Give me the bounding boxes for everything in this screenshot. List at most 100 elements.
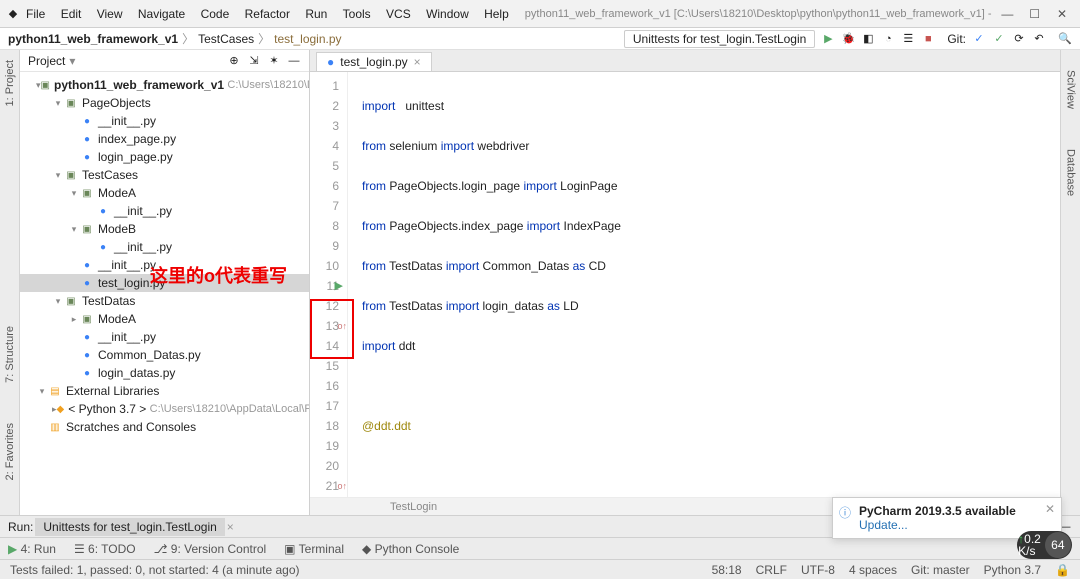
tab-terminal[interactable]: ▣ Terminal <box>284 542 344 556</box>
crumb-file[interactable]: test_login.py <box>274 32 341 46</box>
tree-po-index[interactable]: ●index_page.py <box>20 130 309 148</box>
gutter[interactable]: 12345678910 11▶ 12 13o↑ 14151617181920 2… <box>310 72 348 497</box>
debug-icon[interactable]: 🐞 <box>841 32 855 46</box>
nav-bar: python11_web_framework_v1 〉 TestCases 〉 … <box>0 28 1080 50</box>
netspeed-overlay: ↑0.2K/s 64 <box>1017 531 1072 559</box>
tab-database[interactable]: Database <box>1065 149 1077 196</box>
menu-window[interactable]: Window <box>420 5 475 23</box>
app-icon: ◆ <box>6 7 20 21</box>
status-eol[interactable]: CRLF <box>756 563 787 577</box>
project-dropdown[interactable]: Project <box>28 54 65 68</box>
tree-po-login[interactable]: ●login_page.py <box>20 148 309 166</box>
project-tree[interactable]: ▾▣python11_web_framework_v1 C:\Users\182… <box>20 72 309 515</box>
status-lock-icon[interactable]: 🔒 <box>1055 563 1070 577</box>
run-tab-active[interactable]: Unittests for test_login.TestLogin <box>35 518 224 536</box>
tab-todo[interactable]: ☰ 6: TODO <box>74 542 136 556</box>
tree-root[interactable]: ▾▣python11_web_framework_v1 C:\Users\182… <box>20 76 309 94</box>
tree-test-login[interactable]: ●test_login.py <box>20 274 309 292</box>
override-icon[interactable]: o↑ <box>337 316 347 336</box>
status-caret[interactable]: 58:18 <box>712 563 742 577</box>
close-icon[interactable]: ✕ <box>1050 7 1074 21</box>
notification-link[interactable]: Update... <box>859 518 1051 532</box>
profile-icon[interactable]: ◔ <box>881 32 895 46</box>
crumb-testcases[interactable]: TestCases <box>198 32 254 46</box>
tree-testcases[interactable]: ▾▣TestCases <box>20 166 309 184</box>
title-bar: ◆ File Edit View Navigate Code Refactor … <box>0 0 1080 28</box>
override-icon-2[interactable]: o↑ <box>337 476 347 496</box>
run-tab-close-icon[interactable]: × <box>227 520 234 534</box>
run-config-select[interactable]: Unittests for test_login.TestLogin <box>624 30 815 48</box>
menu-edit[interactable]: Edit <box>55 5 88 23</box>
status-bar: Tests failed: 1, passed: 0, not started:… <box>0 559 1080 579</box>
git-label: Git: <box>947 32 966 46</box>
tab-favorites[interactable]: 2: Favorites <box>4 423 16 480</box>
tree-td-login[interactable]: ●login_datas.py <box>20 364 309 382</box>
tree-scratches[interactable]: ▥Scratches and Consoles <box>20 418 309 436</box>
coverage-icon[interactable]: ◧ <box>861 32 875 46</box>
tree-modeA-init[interactable]: ●__init__.py <box>20 202 309 220</box>
crumb-root[interactable]: python11_web_framework_v1 <box>8 32 178 46</box>
run-icon[interactable]: ▶ <box>821 32 835 46</box>
run-gutter-icon[interactable]: ▶ <box>335 276 343 296</box>
tree-td-modeA[interactable]: ▸▣ModeA <box>20 310 309 328</box>
tab-sciview[interactable]: SciView <box>1065 70 1077 109</box>
bottom-tool-tabs: ▶ 4: Run ☰ 6: TODO ⎇ 9: Version Control … <box>0 537 1080 559</box>
stop-icon[interactable]: ■ <box>921 32 935 46</box>
tree-py37[interactable]: ▸◆< Python 3.7 > C:\Users\18210\AppData\… <box>20 400 309 418</box>
tree-external[interactable]: ▾▤External Libraries <box>20 382 309 400</box>
tree-modeB[interactable]: ▾▣ModeB <box>20 220 309 238</box>
notification-close-icon[interactable]: ✕ <box>1045 502 1055 516</box>
tab-project[interactable]: 1: Project <box>4 60 16 106</box>
git-history-icon[interactable]: ⟳ <box>1012 32 1026 46</box>
collapse-icon[interactable]: ⇲ <box>247 54 261 68</box>
tree-modeB-init[interactable]: ●__init__.py <box>20 238 309 256</box>
code-editor[interactable]: 12345678910 11▶ 12 13o↑ 14151617181920 2… <box>310 72 1060 497</box>
menu-view[interactable]: View <box>91 5 129 23</box>
minimize-icon[interactable]: — <box>995 7 1019 21</box>
tab-close-icon[interactable]: × <box>414 55 421 69</box>
git-rollback-icon[interactable]: ↶ <box>1032 32 1046 46</box>
right-tool-strip: SciView Database <box>1060 50 1080 515</box>
project-panel: Project ▾ ⊕ ⇲ ✶ — ▾▣python11_web_framewo… <box>20 50 310 515</box>
tree-tc-init[interactable]: ●__init__.py <box>20 256 309 274</box>
info-icon: ⓘ <box>839 504 851 521</box>
code-area[interactable]: import unittest from selenium import web… <box>348 72 1060 497</box>
tree-modeA[interactable]: ▾▣ModeA <box>20 184 309 202</box>
title-path: python11_web_framework_v1 [C:\Users\1821… <box>525 8 996 20</box>
tree-pageobjects[interactable]: ▾▣PageObjects <box>20 94 309 112</box>
status-indent[interactable]: 4 spaces <box>849 563 897 577</box>
menu-file[interactable]: File <box>20 5 51 23</box>
tree-po-init[interactable]: ●__init__.py <box>20 112 309 130</box>
run-label: Run: <box>8 520 33 534</box>
search-icon[interactable]: 🔍 <box>1058 32 1072 46</box>
tree-td-init[interactable]: ●__init__.py <box>20 328 309 346</box>
editor-tab[interactable]: ●test_login.py× <box>316 52 432 71</box>
tab-vcs[interactable]: ⎇ 9: Version Control <box>154 542 267 556</box>
status-git[interactable]: Git: master <box>911 563 970 577</box>
status-interpreter[interactable]: Python 3.7 <box>984 563 1041 577</box>
tab-run[interactable]: ▶ 4: Run <box>8 542 56 556</box>
tab-pyconsole[interactable]: ◆ Python Console <box>362 542 459 556</box>
status-tests: Tests failed: 1, passed: 0, not started:… <box>10 563 300 577</box>
settings-icon[interactable]: ✶ <box>267 54 281 68</box>
menu-help[interactable]: Help <box>478 5 515 23</box>
editor-column: ●test_login.py× 12345678910 11▶ 12 13o↑ … <box>310 50 1060 515</box>
status-encoding[interactable]: UTF-8 <box>801 563 835 577</box>
python-file-icon: ● <box>327 55 334 69</box>
tab-structure[interactable]: 7: Structure <box>4 326 16 383</box>
main-menu: File Edit View Navigate Code Refactor Ru… <box>20 7 515 21</box>
git-commit-icon[interactable]: ✓ <box>992 32 1006 46</box>
menu-run[interactable]: Run <box>299 5 333 23</box>
menu-tools[interactable]: Tools <box>337 5 377 23</box>
menu-navigate[interactable]: Navigate <box>132 5 191 23</box>
git-update-icon[interactable]: ✓ <box>972 32 986 46</box>
menu-refactor[interactable]: Refactor <box>239 5 296 23</box>
concurrency-icon[interactable]: ☰ <box>901 32 915 46</box>
menu-vcs[interactable]: VCS <box>380 5 417 23</box>
hide-icon[interactable]: — <box>287 54 301 68</box>
tree-testdatas[interactable]: ▾▣TestDatas <box>20 292 309 310</box>
select-opened-icon[interactable]: ⊕ <box>227 54 241 68</box>
maximize-icon[interactable]: ☐ <box>1023 7 1047 21</box>
tree-td-common[interactable]: ●Common_Datas.py <box>20 346 309 364</box>
menu-code[interactable]: Code <box>195 5 236 23</box>
